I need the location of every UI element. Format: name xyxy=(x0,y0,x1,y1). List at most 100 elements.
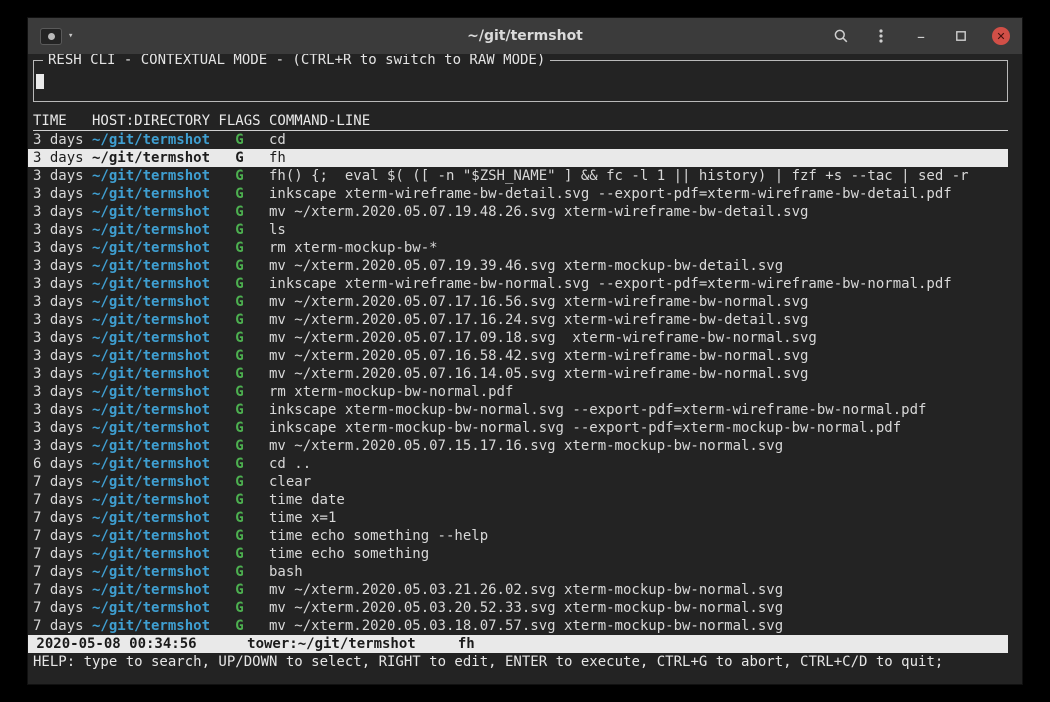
row-time: 3 days xyxy=(33,149,92,167)
square-outline-icon xyxy=(953,28,969,44)
row-flags: G xyxy=(218,185,260,203)
history-row[interactable]: 7 days~/git/termshotGmv ~/xterm.2020.05.… xyxy=(28,581,1008,599)
history-row[interactable]: 3 days~/git/termshotGinkscape xterm-wire… xyxy=(28,185,1008,203)
row-directory: ~/git/termshot xyxy=(92,365,218,383)
row-directory: ~/git/termshot xyxy=(92,131,218,149)
history-row[interactable]: 3 days~/git/termshotGmv ~/xterm.2020.05.… xyxy=(28,347,1008,365)
history-row[interactable]: 3 days~/git/termshotGmv ~/xterm.2020.05.… xyxy=(28,293,1008,311)
row-command: rm xterm-mockup-bw-normal.pdf xyxy=(261,383,1008,401)
history-row[interactable]: 7 days~/git/termshotGmv ~/xterm.2020.05.… xyxy=(28,599,1008,617)
search-button[interactable] xyxy=(832,27,850,45)
history-row[interactable]: 3 days~/git/termshotGmv ~/xterm.2020.05.… xyxy=(28,311,1008,329)
row-command: mv ~/xterm.2020.05.07.16.14.05.svg xterm… xyxy=(261,365,1008,383)
row-time: 3 days xyxy=(33,437,92,455)
row-command: clear xyxy=(261,473,1008,491)
magnifier-icon xyxy=(833,28,849,44)
row-directory: ~/git/termshot xyxy=(92,527,218,545)
row-directory: ~/git/termshot xyxy=(92,473,218,491)
row-flags: G xyxy=(218,455,260,473)
history-row[interactable]: 3 days~/git/termshotGmv ~/xterm.2020.05.… xyxy=(28,329,1008,347)
history-row[interactable]: 7 days~/git/termshotGbash xyxy=(28,563,1008,581)
history-row[interactable]: 7 days~/git/termshotGtime echo something… xyxy=(28,527,1008,545)
history-row[interactable]: 3 days~/git/termshotGinkscape xterm-mock… xyxy=(28,401,1008,419)
row-command: time echo something xyxy=(261,545,1008,563)
minimize-button[interactable]: – xyxy=(912,27,930,45)
status-host-directory: tower:~/git/termshot xyxy=(247,635,416,653)
row-directory: ~/git/termshot xyxy=(92,185,218,203)
row-command: inkscape xterm-mockup-bw-normal.svg --ex… xyxy=(261,419,1008,437)
row-command: fh xyxy=(261,149,1008,167)
history-row[interactable]: 3 days~/git/termshotGrm xterm-mockup-bw-… xyxy=(28,239,1008,257)
app-menu-button[interactable]: ▾ xyxy=(40,28,73,45)
row-time: 3 days xyxy=(33,347,92,365)
row-flags: G xyxy=(218,239,260,257)
history-row[interactable]: 3 days~/git/termshotGmv ~/xterm.2020.05.… xyxy=(28,437,1008,455)
history-row[interactable]: 7 days~/git/termshotGtime date xyxy=(28,491,1008,509)
row-flags: G xyxy=(218,437,260,455)
history-row[interactable]: 7 days~/git/termshotGtime x=1 xyxy=(28,509,1008,527)
row-flags: G xyxy=(218,329,260,347)
row-time: 3 days xyxy=(33,311,92,329)
row-flags: G xyxy=(218,203,260,221)
row-flags: G xyxy=(218,275,260,293)
row-flags: G xyxy=(218,617,260,635)
row-directory: ~/git/termshot xyxy=(92,509,218,527)
row-flags: G xyxy=(218,401,260,419)
row-flags: G xyxy=(218,545,260,563)
row-flags: G xyxy=(218,365,260,383)
history-row[interactable]: 7 days~/git/termshotGmv ~/xterm.2020.05.… xyxy=(28,617,1008,635)
row-directory: ~/git/termshot xyxy=(92,329,218,347)
row-flags: G xyxy=(218,599,260,617)
row-command: ls xyxy=(261,221,1008,239)
history-list: 3 days~/git/termshotGcd3 days~/git/terms… xyxy=(28,131,1022,635)
history-row[interactable]: 3 days~/git/termshotGinkscape xterm-mock… xyxy=(28,419,1008,437)
help-line: HELP: type to search, UP/DOWN to select,… xyxy=(28,653,1022,671)
row-command: time echo something --help xyxy=(261,527,1008,545)
menu-button[interactable] xyxy=(872,27,890,45)
row-time: 7 days xyxy=(33,473,92,491)
close-button[interactable]: ✕ xyxy=(992,27,1010,45)
row-command: mv ~/xterm.2020.05.07.19.39.46.svg xterm… xyxy=(261,257,1008,275)
row-time: 7 days xyxy=(33,563,92,581)
row-directory: ~/git/termshot xyxy=(92,545,218,563)
titlebar[interactable]: ▾ ~/git/termshot – xyxy=(28,18,1022,54)
chevron-down-icon: ▾ xyxy=(68,32,73,41)
history-row[interactable]: 3 days~/git/termshotGfh xyxy=(28,149,1008,167)
history-row[interactable]: 3 days~/git/termshotGinkscape xterm-wire… xyxy=(28,275,1008,293)
row-time: 3 days xyxy=(33,275,92,293)
row-flags: G xyxy=(218,473,260,491)
history-row[interactable]: 7 days~/git/termshotGtime echo something xyxy=(28,545,1008,563)
row-command: mv ~/xterm.2020.05.07.17.09.18.svg xterm… xyxy=(261,329,1008,347)
history-row[interactable]: 6 days~/git/termshotGcd .. xyxy=(28,455,1008,473)
row-flags: G xyxy=(218,347,260,365)
row-time: 3 days xyxy=(33,293,92,311)
history-row[interactable]: 3 days~/git/termshotGmv ~/xterm.2020.05.… xyxy=(28,257,1008,275)
row-time: 7 days xyxy=(33,545,92,563)
history-row[interactable]: 3 days~/git/termshotGmv ~/xterm.2020.05.… xyxy=(28,203,1008,221)
history-row[interactable]: 7 days~/git/termshotGclear xyxy=(28,473,1008,491)
history-row[interactable]: 3 days~/git/termshotGrm xterm-mockup-bw-… xyxy=(28,383,1008,401)
history-row[interactable]: 3 days~/git/termshotGfh() {; eval $( ([ … xyxy=(28,167,1008,185)
maximize-button[interactable] xyxy=(952,27,970,45)
row-time: 3 days xyxy=(33,419,92,437)
row-command: cd xyxy=(261,131,1008,149)
row-time: 6 days xyxy=(33,455,92,473)
search-input[interactable] xyxy=(34,61,1007,101)
history-row[interactable]: 3 days~/git/termshotGls xyxy=(28,221,1008,239)
row-command: mv ~/xterm.2020.05.07.15.17.16.svg xterm… xyxy=(261,437,1008,455)
row-command: time date xyxy=(261,491,1008,509)
row-time: 7 days xyxy=(33,599,92,617)
text-cursor xyxy=(36,74,44,89)
history-row[interactable]: 3 days~/git/termshotGmv ~/xterm.2020.05.… xyxy=(28,365,1008,383)
row-directory: ~/git/termshot xyxy=(92,617,218,635)
row-directory: ~/git/termshot xyxy=(92,563,218,581)
row-time: 3 days xyxy=(33,167,92,185)
history-row[interactable]: 3 days~/git/termshotGcd xyxy=(28,131,1008,149)
row-time: 7 days xyxy=(33,491,92,509)
camera-icon xyxy=(40,28,62,45)
row-command: mv ~/xterm.2020.05.03.20.52.33.svg xterm… xyxy=(261,599,1008,617)
row-command: mv ~/xterm.2020.05.03.18.07.57.svg xterm… xyxy=(261,617,1008,635)
header-host-directory: HOST:DIRECTORY xyxy=(92,112,218,130)
row-time: 3 days xyxy=(33,383,92,401)
status-command: fh xyxy=(458,635,475,653)
